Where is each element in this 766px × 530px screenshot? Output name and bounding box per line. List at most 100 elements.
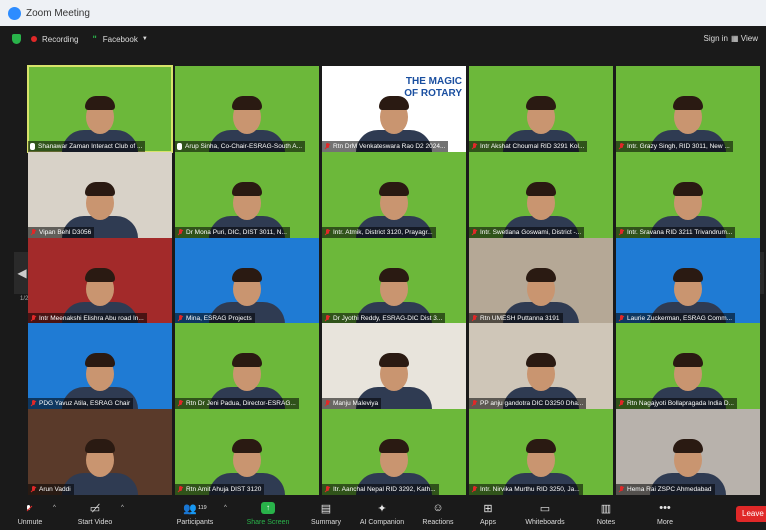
- whiteboards-button[interactable]: ▭ Whiteboards: [516, 500, 574, 527]
- participant-tile[interactable]: Manju Maleviya: [322, 323, 466, 409]
- more-dots-icon: •••: [659, 502, 671, 514]
- participant-name: Intr Akshat Choumal RID 3291 Kol...: [469, 141, 588, 152]
- participant-name-label: Intr. Swetlana Goswami, District -...: [480, 229, 582, 236]
- participant-name: Intr. Grazy Singh, RID 3011, New ...: [616, 141, 733, 152]
- share-screen-button[interactable]: ↑ Share Screen: [242, 500, 294, 526]
- participant-tile[interactable]: Intr. Grazy Singh, RID 3011, New ...: [616, 66, 760, 152]
- participant-tile[interactable]: Intr Meenakshi Elishra Abu road In...: [28, 238, 172, 324]
- participant-tile[interactable]: Dr Mona Puri, DIC, DIST 3011, N...: [175, 152, 319, 238]
- video-off-icon: ▭̸: [89, 502, 101, 515]
- sparkle-icon: ✦: [377, 502, 387, 515]
- participant-tile[interactable]: Intr Akshat Choumal RID 3291 Kol...: [469, 66, 613, 152]
- participant-name-label: Rtn Dr Jeni Padua, Director-ESRAG...: [186, 400, 296, 407]
- participants-button[interactable]: 👥 119 Participants: [170, 500, 220, 527]
- view-button[interactable]: ▦ View: [731, 34, 758, 43]
- security-shield-icon[interactable]: [12, 34, 21, 44]
- participant-name-label: Rtn Nagajyoti Bollapragada India D...: [627, 400, 734, 407]
- participant-tile[interactable]: PDG Yavuz Atila, ESRAG Chair: [28, 323, 172, 409]
- video-grid: Shanawar Zaman Interact Club of ... Arup …: [27, 65, 764, 495]
- microphone-muted-icon: [471, 315, 477, 322]
- microphone-muted-icon: [324, 229, 330, 236]
- window-title: Zoom Meeting: [26, 7, 90, 19]
- participant-name-label: PDG Yavuz Atila, ESRAG Chair: [39, 400, 131, 407]
- participants-options-chevron[interactable]: ^: [224, 505, 227, 511]
- recording-dot-icon: [31, 36, 37, 42]
- participant-name-label: PP anju gandotra DIC D3250 Dha...: [480, 400, 584, 407]
- participant-name: PP anju gandotra DIC D3250 Dha...: [469, 398, 587, 409]
- participant-name: Intr. Nirvika Murthu RID 3250, Ja...: [469, 484, 583, 495]
- participants-count: 119: [197, 505, 207, 511]
- participant-tile[interactable]: Laurie Zuckerman, ESRAG Comm...: [616, 238, 760, 324]
- participant-tile[interactable]: Arun Vaddi: [28, 409, 172, 495]
- participant-name: Arun Vaddi: [28, 484, 74, 495]
- participant-tile[interactable]: Arup Sinha, Co-Chair-ESRAG-South A...: [175, 66, 319, 152]
- participant-tile[interactable]: Shanawar Zaman Interact Club of ...: [27, 65, 173, 153]
- microphone-muted-icon: [324, 400, 330, 407]
- microphone-muted-icon: [618, 229, 624, 236]
- share-screen-icon: ↑: [261, 502, 275, 514]
- video-options-chevron[interactable]: ^: [121, 505, 124, 511]
- microphone-muted-icon: [618, 400, 624, 407]
- notes-button[interactable]: ▥ Notes: [588, 500, 624, 527]
- signin-link[interactable]: Sign in: [704, 34, 728, 43]
- microphone-muted-icon: [177, 315, 183, 322]
- participant-name-label: Dr Mona Puri, DIC, DIST 3011, N...: [186, 229, 287, 236]
- microphone-muted-icon: [324, 315, 330, 322]
- microphone-muted-icon: [471, 400, 477, 407]
- participant-tile[interactable]: Rtn Amit Ahuja DIST 3120: [175, 409, 319, 495]
- participant-name-label: Intr. Sravana RID 3211 Trivandrum...: [627, 229, 733, 236]
- participant-tile[interactable]: Mina, ESRAG Projects: [175, 238, 319, 324]
- whiteboard-icon: ▭: [539, 502, 551, 515]
- microphone-muted-icon: [471, 143, 477, 150]
- participant-name: Rtn Dr Jeni Padua, Director-ESRAG...: [175, 398, 299, 409]
- microphone-muted-icon: [30, 229, 36, 236]
- participant-name-label: Rtn DrM Venkateswara Rao D2 2024...: [333, 143, 446, 150]
- participant-tile[interactable]: Hema Rai ZSPC Ahmedabad: [616, 409, 760, 495]
- meeting-topbar: Recording ʺ Facebook ▼ Sign in ▦ View: [0, 26, 766, 52]
- participant-name: Intr. Swetlana Goswami, District -...: [469, 227, 585, 238]
- leave-button[interactable]: Leave: [736, 506, 766, 522]
- participant-name-label: Arun Vaddi: [39, 486, 71, 493]
- participant-name: Dr Mona Puri, DIC, DIST 3011, N...: [175, 227, 290, 238]
- microphone-muted-icon: [177, 486, 183, 493]
- participant-tile[interactable]: Intr. Nirvika Murthu RID 3250, Ja...: [469, 409, 613, 495]
- participant-name-label: Arup Sinha, Co-Chair-ESRAG-South A...: [185, 143, 303, 150]
- start-video-button[interactable]: ▭̸ Start Video: [72, 500, 118, 527]
- window-titlebar: Zoom Meeting: [0, 0, 766, 26]
- microphone-muted-icon: [26, 504, 32, 512]
- participant-name-label: Shanawar Zaman Interact Club of ...: [38, 143, 143, 150]
- participant-tile[interactable]: Vipan Behl D3056: [28, 152, 172, 238]
- participant-tile[interactable]: Intr. Atmik, District 3120, Prayagr...: [322, 152, 466, 238]
- unmute-button[interactable]: Unmute: [10, 500, 50, 526]
- participant-tile[interactable]: Rtn UMESH Puttanna 3191: [469, 238, 613, 324]
- microphone-muted-icon: [324, 143, 330, 150]
- notes-icon: ▥: [600, 502, 612, 515]
- ai-companion-button[interactable]: ✦ AI Companion: [352, 500, 412, 527]
- participant-name: Intr. Atmik, District 3120, Prayagr...: [322, 227, 436, 238]
- audio-options-chevron[interactable]: ^: [53, 505, 56, 511]
- microphone-muted-icon: [618, 143, 624, 150]
- participant-tile[interactable]: Intr. Swetlana Goswami, District -...: [469, 152, 613, 238]
- participant-tile[interactable]: Itr. Aanchal Nepal RID 3292, Kath...: [322, 409, 466, 495]
- participant-tile[interactable]: Rtn Nagajyoti Bollapragada India D...: [616, 323, 760, 409]
- participant-tile[interactable]: THE MAGIC OF ROTARY Rtn DrM Venkateswara …: [322, 66, 466, 152]
- participant-name: Manju Maleviya: [322, 398, 382, 409]
- more-button[interactable]: ••• More: [645, 500, 685, 526]
- summary-icon: ▤: [320, 502, 332, 515]
- chevron-down-icon[interactable]: ▼: [142, 36, 148, 42]
- participant-name: Shanawar Zaman Interact Club of ...: [28, 141, 146, 152]
- participant-tile[interactable]: PP anju gandotra DIC D3250 Dha...: [469, 323, 613, 409]
- participant-tile[interactable]: Intr. Sravana RID 3211 Trivandrum...: [616, 152, 760, 238]
- summary-button[interactable]: ▤ Summary: [303, 500, 349, 527]
- reactions-button[interactable]: ☺ Reactions: [416, 500, 460, 526]
- participant-tile[interactable]: Dr Jyothi Reddy, ESRAG-DIC Dist 3...: [322, 238, 466, 324]
- participant-name-label: Intr. Atmik, District 3120, Prayagr...: [333, 229, 433, 236]
- participant-name: Rtn Nagajyoti Bollapragada India D...: [616, 398, 737, 409]
- participant-tile[interactable]: Rtn Dr Jeni Padua, Director-ESRAG...: [175, 323, 319, 409]
- recording-status[interactable]: Recording: [42, 35, 78, 44]
- apps-button[interactable]: ⊞ Apps: [470, 500, 506, 527]
- livestream-label[interactable]: Facebook: [103, 35, 138, 44]
- meeting-toolbar: Unmute ^ ▭̸ Start Video ^ 👥 119 Participa…: [0, 496, 766, 530]
- participants-icon: 👥: [183, 502, 197, 515]
- participant-name: Hema Rai ZSPC Ahmedabad: [616, 484, 715, 495]
